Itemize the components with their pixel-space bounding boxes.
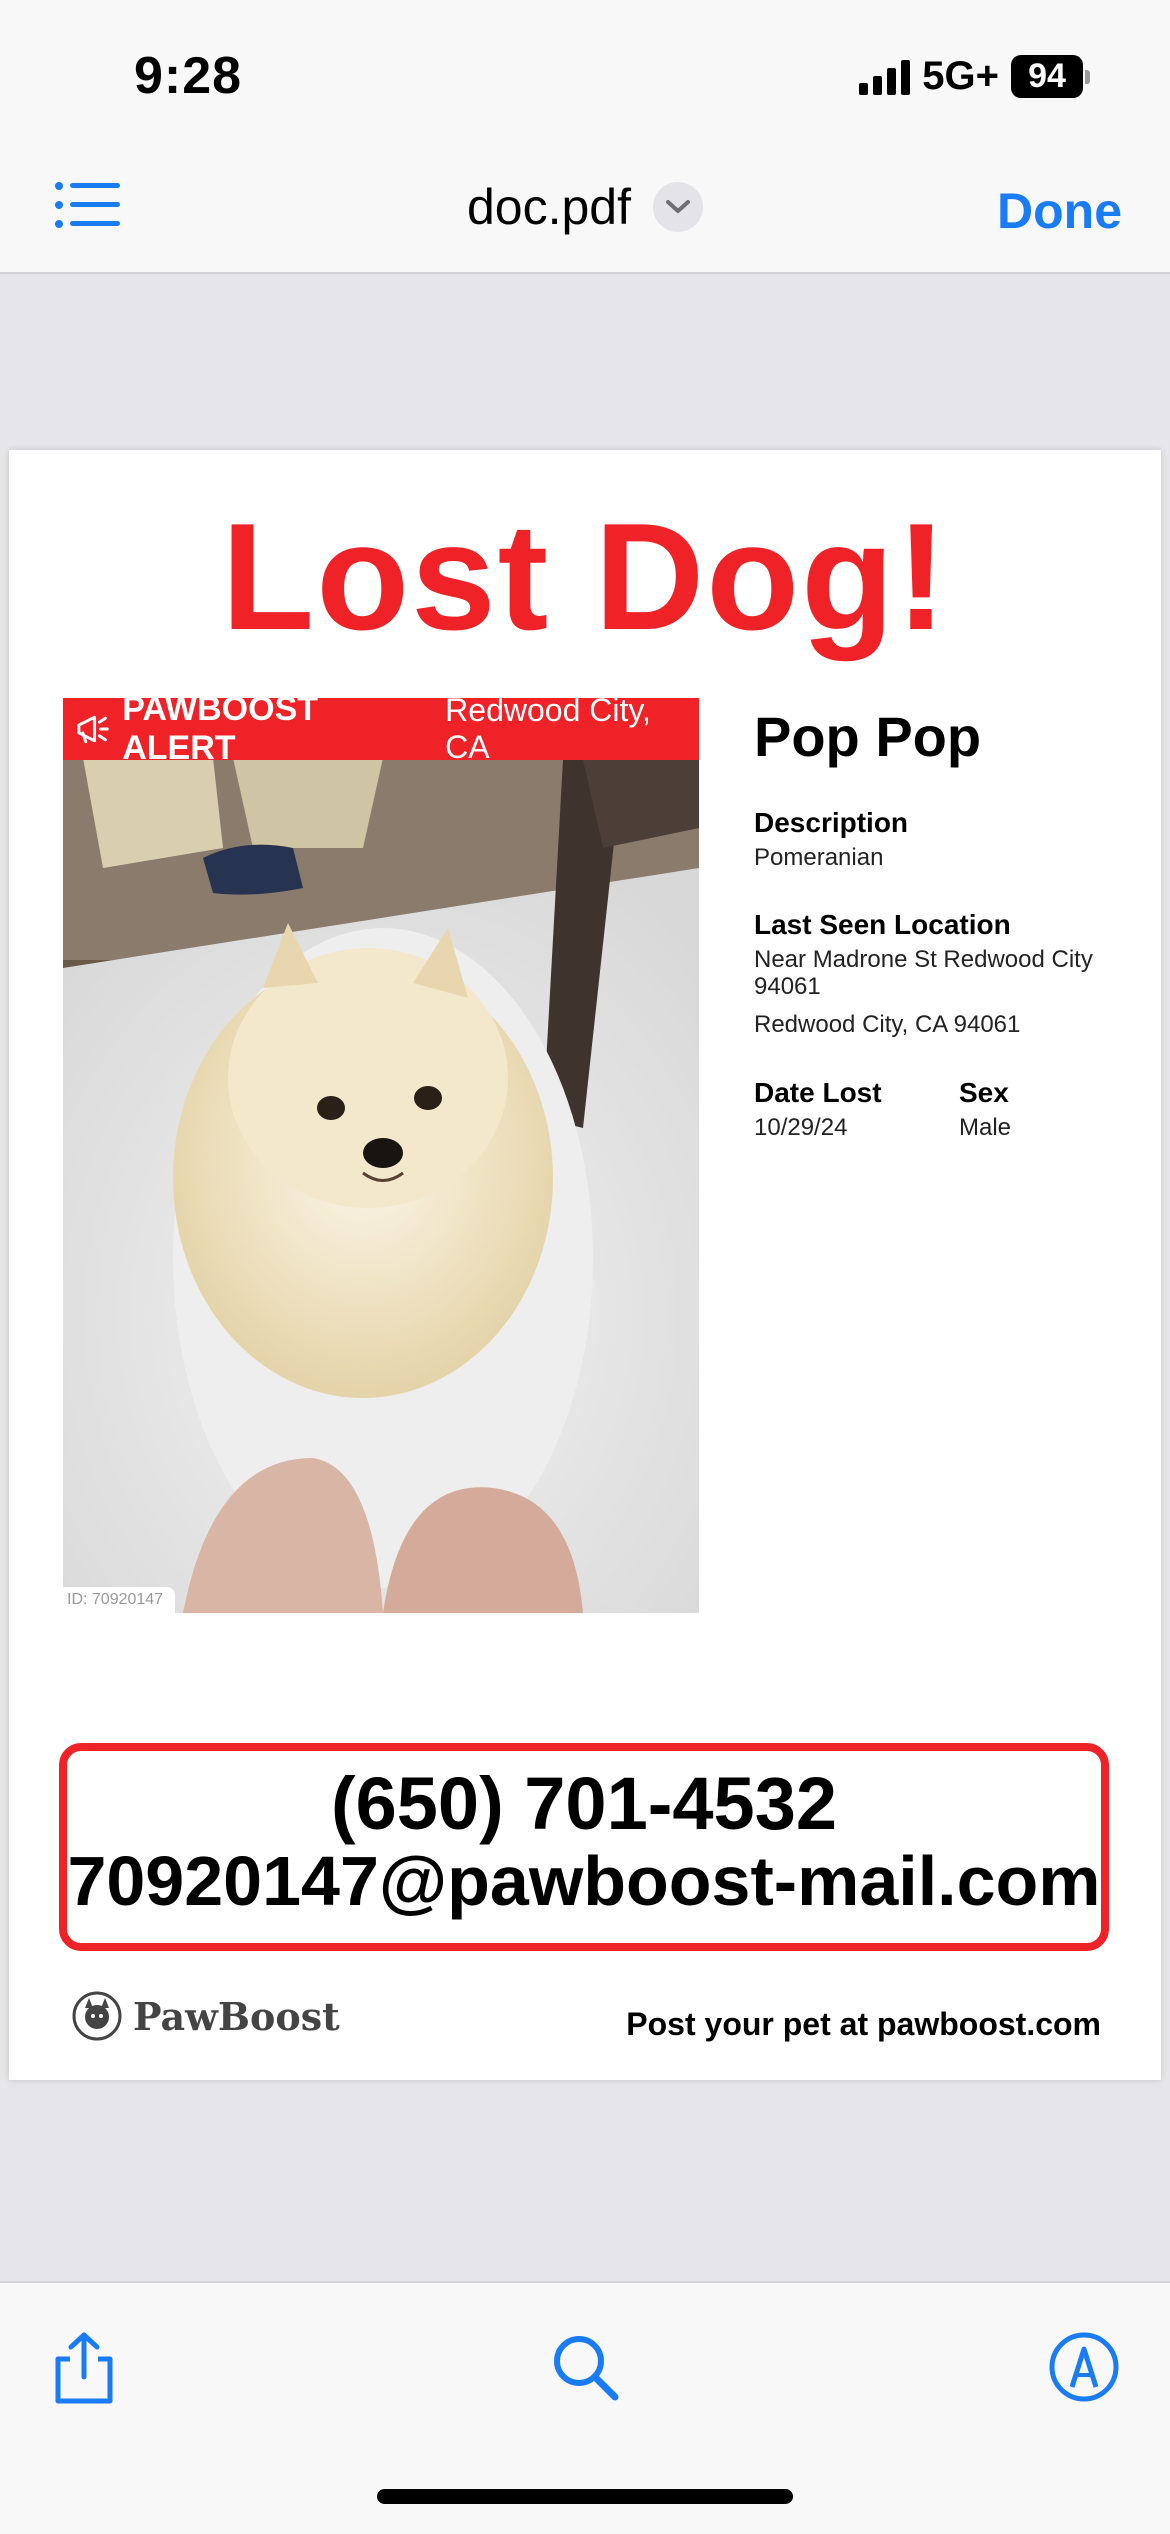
pawboost-logo: PawBoost xyxy=(71,1990,340,2042)
document-title: doc.pdf xyxy=(466,179,631,235)
navigation-bar: doc.pdf Done xyxy=(0,150,1170,274)
flyer-headline: Lost Dog! xyxy=(221,492,949,662)
share-icon[interactable] xyxy=(44,2327,124,2407)
done-button[interactable]: Done xyxy=(997,182,1122,240)
megaphone-icon xyxy=(77,715,109,744)
pomeranian-photo xyxy=(63,698,699,1613)
battery-icon: 94 xyxy=(1011,55,1090,98)
pet-name: Pop Pop xyxy=(754,705,982,768)
date-lost-value: 10/29/24 xyxy=(754,1113,848,1141)
last-seen-line1: Near Madrone St Redwood City 94061 xyxy=(754,946,1093,1000)
pdf-page: Lost Dog! PAWBOOST ALERT Redwood City, C… xyxy=(9,450,1161,2080)
description-label: Description xyxy=(754,807,909,838)
date-lost-label: Date Lost xyxy=(754,1076,882,1108)
pet-details: Pop Pop Description Pomeranian Last Seen… xyxy=(754,690,1124,1141)
brand-name: PawBoost xyxy=(133,1993,340,2039)
contact-box: (650) 701-4532 70920147@pawboost-mail.co… xyxy=(59,1743,1109,1951)
description-value: Pomeranian xyxy=(754,844,884,871)
chevron-down-icon[interactable] xyxy=(653,182,703,232)
sex-label: Sex xyxy=(959,1076,1009,1108)
contact-email[interactable]: 70920147@pawboost-mail.com xyxy=(67,1844,1101,1919)
status-bar: 9:28 5G+ 94 xyxy=(0,0,1170,150)
sex-value: Male xyxy=(959,1113,1012,1141)
status-time: 9:28 xyxy=(134,47,243,105)
post-your-pet-text: Post your pet at pawboost.com xyxy=(626,2006,1101,2042)
alert-location: Redwood City, CA xyxy=(445,698,651,765)
cellular-signal-icon xyxy=(859,59,911,95)
document-title-menu[interactable]: doc.pdf xyxy=(0,178,1170,236)
markup-icon[interactable] xyxy=(1044,2327,1124,2407)
last-seen-label: Last Seen Location xyxy=(754,909,1011,941)
pet-photo: PAWBOOST ALERT Redwood City, CA ID: 7092… xyxy=(63,698,699,1613)
network-type: 5G+ xyxy=(922,54,999,98)
home-indicator[interactable] xyxy=(377,2489,793,2504)
alert-label: PAWBOOST ALERT xyxy=(122,698,319,767)
alert-banner: PAWBOOST ALERT Redwood City, CA xyxy=(63,698,699,767)
pawboost-dog-icon xyxy=(72,1991,122,2041)
battery-level: 94 xyxy=(1011,55,1083,98)
date-sex-row: Date Lost 10/29/24 Sex Male xyxy=(754,1039,1124,1141)
status-indicators: 5G+ 94 xyxy=(859,54,1090,99)
search-icon[interactable] xyxy=(545,2327,625,2407)
contact-phone[interactable]: (650) 701-4532 xyxy=(67,1767,1101,1841)
photo-id: ID: 70920147 xyxy=(63,1587,176,1613)
last-seen-line2: Redwood City, CA 94061 xyxy=(754,1011,1021,1039)
